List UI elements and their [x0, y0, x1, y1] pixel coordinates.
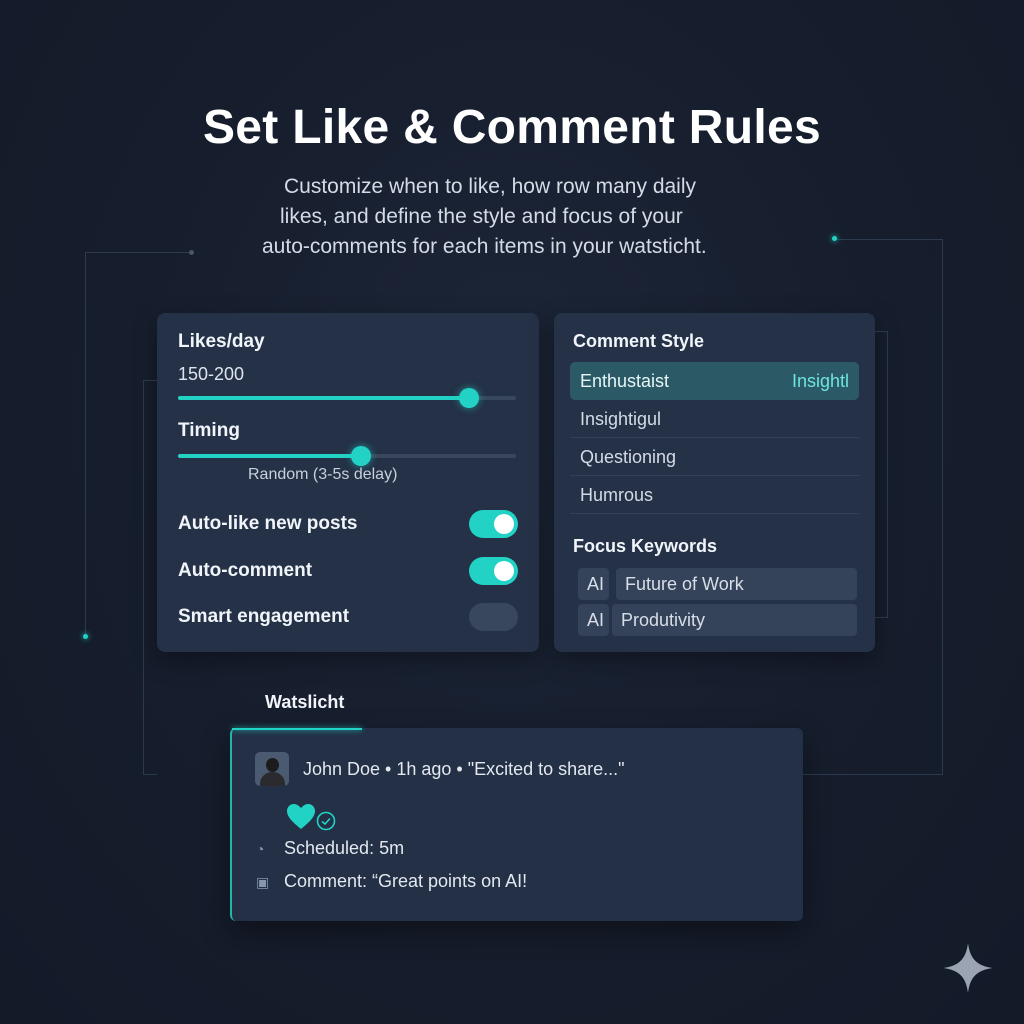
timing-label: Timing [178, 420, 240, 441]
keyword-chip[interactable]: Future of Work [616, 568, 857, 600]
avatar [255, 752, 289, 786]
watchlist-post-card[interactable]: John Doe • 1h ago • "Excited to share...… [230, 728, 803, 921]
heart-icon[interactable] [286, 803, 316, 830]
style-option-label: Humrous [580, 485, 654, 505]
post-meta: John Doe • 1h ago • "Excited to share...… [303, 759, 625, 779]
frame-dot-left [189, 250, 194, 255]
frame-line-right-inner [875, 331, 888, 618]
toggle-knob [494, 561, 514, 581]
watchlist-tab-indicator [232, 728, 362, 730]
auto-comment-label: Auto-comment [178, 560, 313, 581]
comment-text: Comment: “Great points on AI! [284, 871, 528, 891]
keyword-prefix-chip[interactable]: AI [578, 568, 609, 600]
timing-slider[interactable] [178, 446, 516, 466]
auto-like-label: Auto-like new posts [178, 513, 358, 534]
style-option-tag: Insightl [791, 371, 849, 391]
auto-like-toggle[interactable] [469, 510, 518, 538]
style-option-insightful[interactable]: Insightigul [570, 400, 859, 438]
comment-row: ▣ Comment: “Great points on AI! [256, 871, 527, 892]
check-circle-icon [316, 811, 336, 831]
clock-icon: ◔ [256, 841, 265, 857]
keyword-chip[interactable]: Produtivity [612, 604, 857, 636]
timing-slider-fill [178, 454, 361, 458]
toggle-row-auto-like: Auto-like new posts [178, 510, 518, 540]
frame-line-bottom-left [143, 380, 157, 775]
sparkle-icon [943, 943, 993, 993]
rules-panel: Likes/day 150-200 Timing Random (3-5s de… [157, 313, 539, 652]
page-subtitle: Customize when to like, how row many dai… [262, 172, 782, 262]
timing-hint: Random (3-5s delay) [248, 466, 398, 483]
avatar-head [266, 758, 279, 772]
scheduled-row: ◔ Scheduled: 5m [256, 838, 404, 859]
likes-slider[interactable] [178, 388, 516, 408]
timing-slider-thumb[interactable] [350, 446, 371, 466]
smart-engagement-label: Smart engagement [178, 606, 350, 627]
style-option-humorous[interactable]: Humrous [570, 476, 859, 514]
keyword-prefix-chip[interactable]: AI [578, 604, 609, 636]
accent-dot-left [83, 634, 88, 639]
toggle-row-auto-comment: Auto-comment [178, 557, 518, 587]
focus-keywords-title: Focus Keywords [573, 536, 718, 556]
comment-style-title: Comment Style [573, 331, 705, 351]
comment-style-panel: Comment Style Enthustaist Insightl Insig… [554, 313, 875, 652]
style-option-questioning[interactable]: Questioning [570, 438, 859, 476]
likes-slider-thumb[interactable] [458, 388, 479, 408]
subtitle-line-1: Customize when to like, how row many dai… [284, 175, 697, 198]
avatar-body [260, 772, 285, 786]
smart-engagement-toggle[interactable] [469, 603, 518, 631]
auto-comment-toggle[interactable] [469, 557, 518, 585]
toggle-knob [494, 514, 514, 534]
watchlist-tab[interactable]: Watslicht [265, 692, 344, 713]
subtitle-line-3: auto-comments for each items in your wat… [262, 235, 707, 258]
accent-dot-right [832, 236, 837, 241]
style-option-label: Insightigul [580, 409, 662, 429]
frame-line-bottom-join [803, 774, 943, 775]
comment-style-list: Enthustaist Insightl Insightigul Questio… [570, 362, 859, 514]
likes-per-day-value: 150-200 [178, 364, 245, 384]
style-option-enthusiast[interactable]: Enthustaist Insightl [570, 362, 859, 400]
toggle-row-smart-engagement: Smart engagement [178, 603, 518, 633]
comment-icon: ▣ [256, 874, 270, 890]
scheduled-text: Scheduled: 5m [284, 838, 405, 858]
likes-per-day-label: Likes/day [178, 331, 265, 352]
style-option-label: Enthustaist [580, 371, 670, 391]
page-title: Set Like & Comment Rules [202, 101, 821, 154]
style-option-label: Questioning [580, 447, 677, 467]
subtitle-line-2: likes, and define the style and focus of… [280, 205, 683, 228]
likes-slider-fill [178, 396, 469, 400]
